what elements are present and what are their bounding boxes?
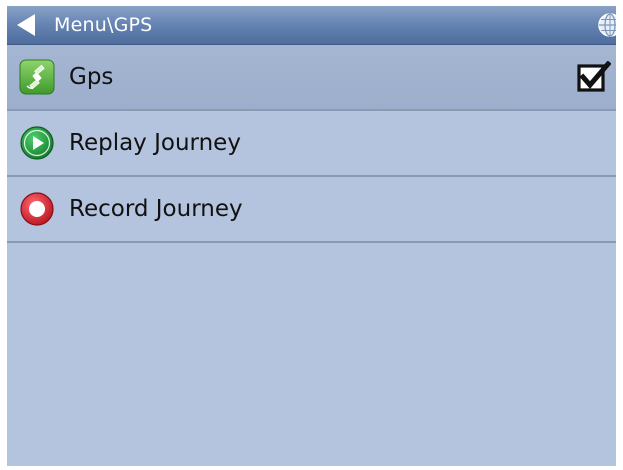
play-icon [20,126,54,160]
menu-item-label: Gps [69,64,114,90]
gps-menu-screen: Menu\GPS Gps Replay Journey Record Journ… [7,6,616,466]
globe-icon[interactable] [597,12,616,38]
menu-item-replay-journey[interactable]: Replay Journey [7,111,616,177]
gps-enabled-checkbox[interactable] [577,61,611,93]
menu-item-gps[interactable]: Gps [7,45,616,111]
menu-item-record-journey[interactable]: Record Journey [7,177,616,243]
back-arrow-icon[interactable] [13,12,39,38]
menu-list: Gps Replay Journey Record Journey [7,45,616,243]
menu-item-label: Record Journey [69,196,243,222]
record-icon [20,192,54,226]
page-title: Menu\GPS [54,14,153,36]
satellite-icon [19,59,55,95]
title-bar: Menu\GPS [7,6,616,45]
menu-item-label: Replay Journey [69,130,241,156]
